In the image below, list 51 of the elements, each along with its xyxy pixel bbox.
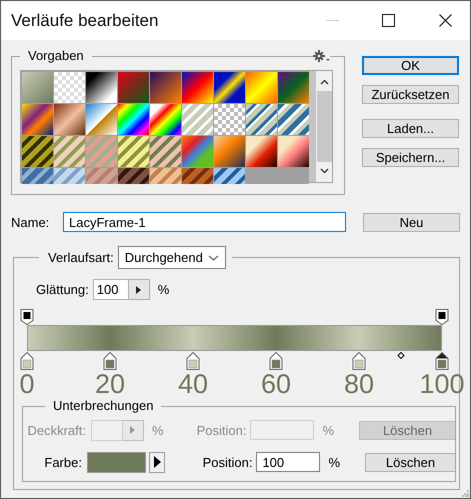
play-arrow-icon (154, 456, 161, 468)
gradient-type-dropdown[interactable]: Durchgehend (118, 246, 226, 269)
dialog-button[interactable]: Zurücksetzen (362, 85, 459, 104)
color-swatch[interactable] (86, 452, 146, 472)
position-field[interactable]: 100 (256, 452, 320, 472)
color-stop-icon[interactable] (270, 352, 282, 370)
smoothness-label: Glättung: (36, 282, 89, 297)
smoothness-field[interactable]: 100 (92, 279, 129, 300)
position-label: Position: (196, 422, 246, 438)
percent-label: % (328, 454, 340, 470)
color-stop-icon[interactable] (104, 352, 116, 370)
gradient-type-label: Verlaufsart: (48, 250, 114, 265)
stepper-button[interactable] (128, 279, 150, 300)
maximize-icon[interactable] (382, 14, 395, 27)
scale-label: 80 (344, 370, 374, 398)
percent-label: % (158, 282, 170, 297)
opacity-label: Deckkraft: (26, 422, 86, 438)
group-label: Vorgaben (20, 48, 92, 64)
chevron-down-icon (208, 254, 219, 260)
scale-label: 40 (178, 370, 208, 398)
name-field[interactable]: LacyFrame-1 (63, 212, 346, 232)
new-button[interactable]: Neu (363, 212, 460, 232)
group-label: Unterbrechungen (45, 398, 162, 414)
delete-button[interactable]: Löschen (365, 452, 456, 472)
scale-label: 20 (94, 370, 126, 398)
gear-icon[interactable] (313, 50, 330, 62)
window-title: Verläufe bearbeiten (11, 10, 160, 30)
name-label: Name: (11, 214, 50, 230)
scale-label: 60 (260, 370, 292, 398)
color-stop-icon[interactable] (436, 352, 448, 370)
position-label: Position: (202, 454, 252, 470)
percent-label: % (152, 422, 164, 438)
play-arrow-icon (130, 426, 136, 434)
color-label: Farbe: (43, 454, 82, 470)
color-stop-icon[interactable] (352, 352, 366, 370)
close-icon[interactable] (439, 14, 452, 27)
scrollbar[interactable] (316, 71, 332, 182)
dialog-button[interactable]: Speichern... (362, 148, 459, 167)
dialog-button[interactable]: OK (362, 56, 459, 75)
dialog-button[interactable]: Laden... (362, 119, 459, 138)
opacity-stop-icon[interactable] (436, 309, 448, 325)
color-menu-button[interactable] (149, 452, 166, 472)
play-arrow-icon (136, 286, 142, 294)
color-stop-icon[interactable] (186, 352, 200, 370)
percent-label: % (322, 422, 334, 438)
opacity-stop-icon[interactable] (20, 309, 34, 325)
scale-label: 0 (19, 370, 35, 398)
scale-label: 100 (419, 370, 465, 398)
color-stop-icon[interactable] (20, 352, 34, 370)
resize-grip-icon[interactable] (462, 490, 469, 497)
gradient-presets-drawing[interactable] (21, 71, 310, 184)
